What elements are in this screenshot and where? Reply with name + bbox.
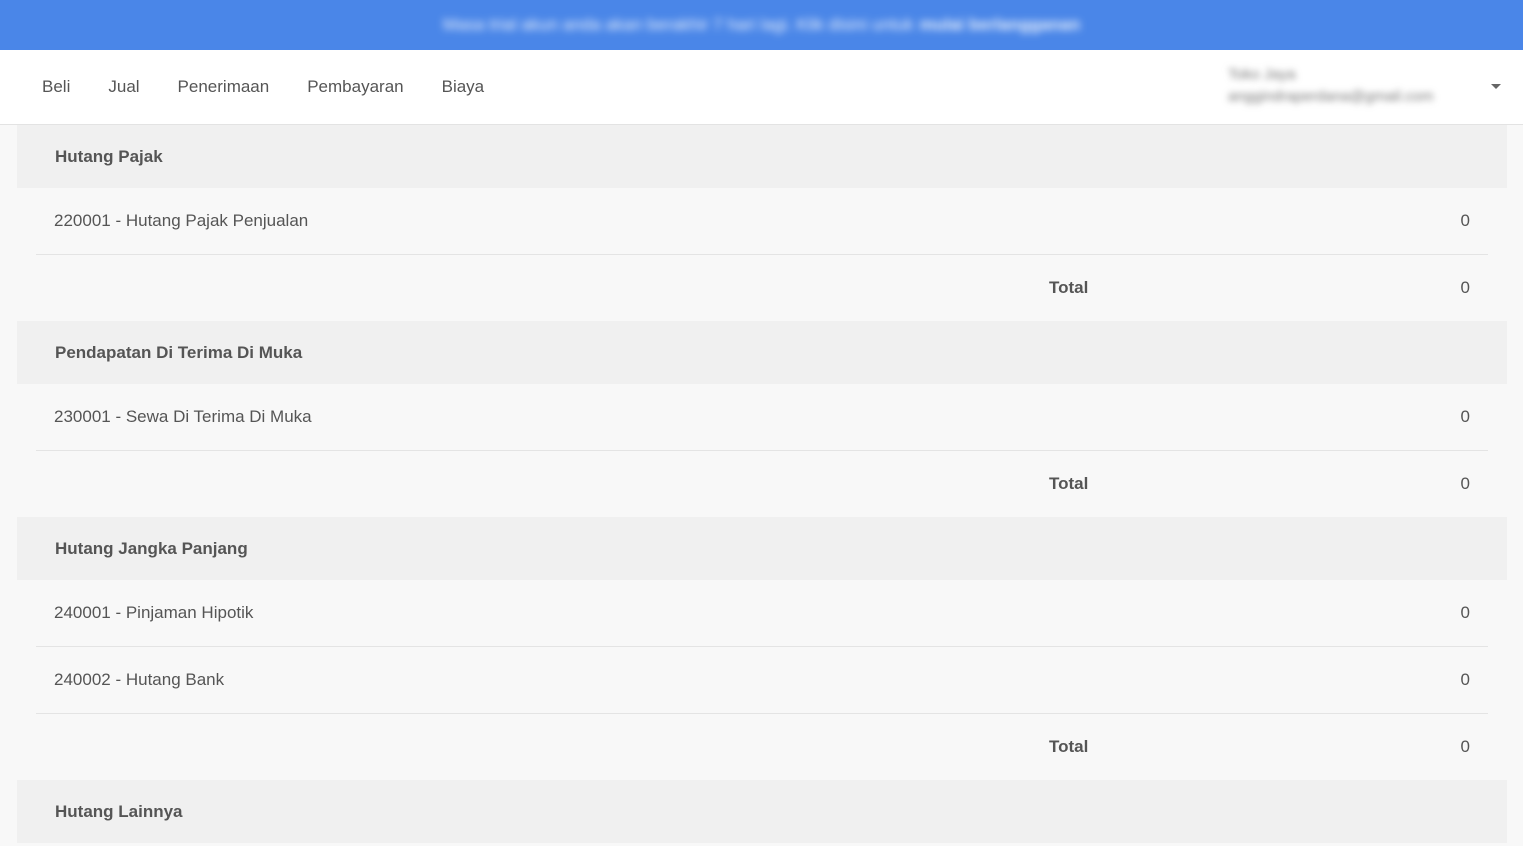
top-navigation: Beli Jual Penerimaan Pembayaran Biaya To… [0,50,1523,125]
account-list: Hutang Pajak 220001 - Hutang Pajak Penju… [0,125,1523,843]
account-name: 240001 - Pinjaman Hipotik [54,603,254,622]
group-header: Hutang Jangka Panjang [17,517,1507,580]
user-name: Toko Jaya [1228,66,1296,83]
total-value: 0 [1460,474,1470,493]
group-header: Hutang Lainnya [17,780,1507,843]
account-row: 220001 - Hutang Pajak Penjualan 0 [36,188,1488,255]
account-row: 240001 - Pinjaman Hipotik 0 [36,580,1488,647]
total-row: Total 0 [36,451,1488,517]
nav-menu: Beli Jual Penerimaan Pembayaran Biaya [23,77,503,97]
total-label: Total [1049,278,1089,297]
total-row: Total 0 [36,714,1488,780]
user-email: anggindraperdana@gmail.com [1228,88,1434,105]
account-value: 0 [1460,211,1470,230]
subscribe-link[interactable]: mulai berlangganan [920,15,1081,35]
account-row: 240002 - Hutang Bank 0 [36,647,1488,714]
account-row: 230001 - Sewa Di Terima Di Muka 0 [36,384,1488,451]
group-header: Pendapatan Di Terima Di Muka [17,321,1507,384]
group-header: Hutang Pajak [17,125,1507,188]
total-value: 0 [1460,278,1470,297]
total-label: Total [1049,737,1089,756]
trial-banner-text: Masa trial akun anda akan berakhir 7 har… [442,15,914,34]
nav-item-jual[interactable]: Jual [89,77,158,97]
account-value: 0 [1460,407,1470,426]
trial-banner: Masa trial akun anda akan berakhir 7 har… [0,0,1523,50]
nav-item-pembayaran[interactable]: Pembayaran [288,77,422,97]
account-value: 0 [1460,603,1470,622]
nav-item-beli[interactable]: Beli [23,77,89,97]
account-name: 220001 - Hutang Pajak Penjualan [54,211,309,230]
account-name: 230001 - Sewa Di Terima Di Muka [54,407,312,426]
account-value: 0 [1460,670,1470,689]
user-menu[interactable]: Toko Jaya anggindraperdana@gmail.com [1228,62,1478,112]
nav-item-penerimaan[interactable]: Penerimaan [159,77,289,97]
nav-item-biaya[interactable]: Biaya [423,77,504,97]
chevron-down-icon[interactable] [1491,84,1501,89]
total-row: Total 0 [36,255,1488,321]
account-name: 240002 - Hutang Bank [54,670,225,689]
total-value: 0 [1460,737,1470,756]
total-label: Total [1049,474,1089,493]
